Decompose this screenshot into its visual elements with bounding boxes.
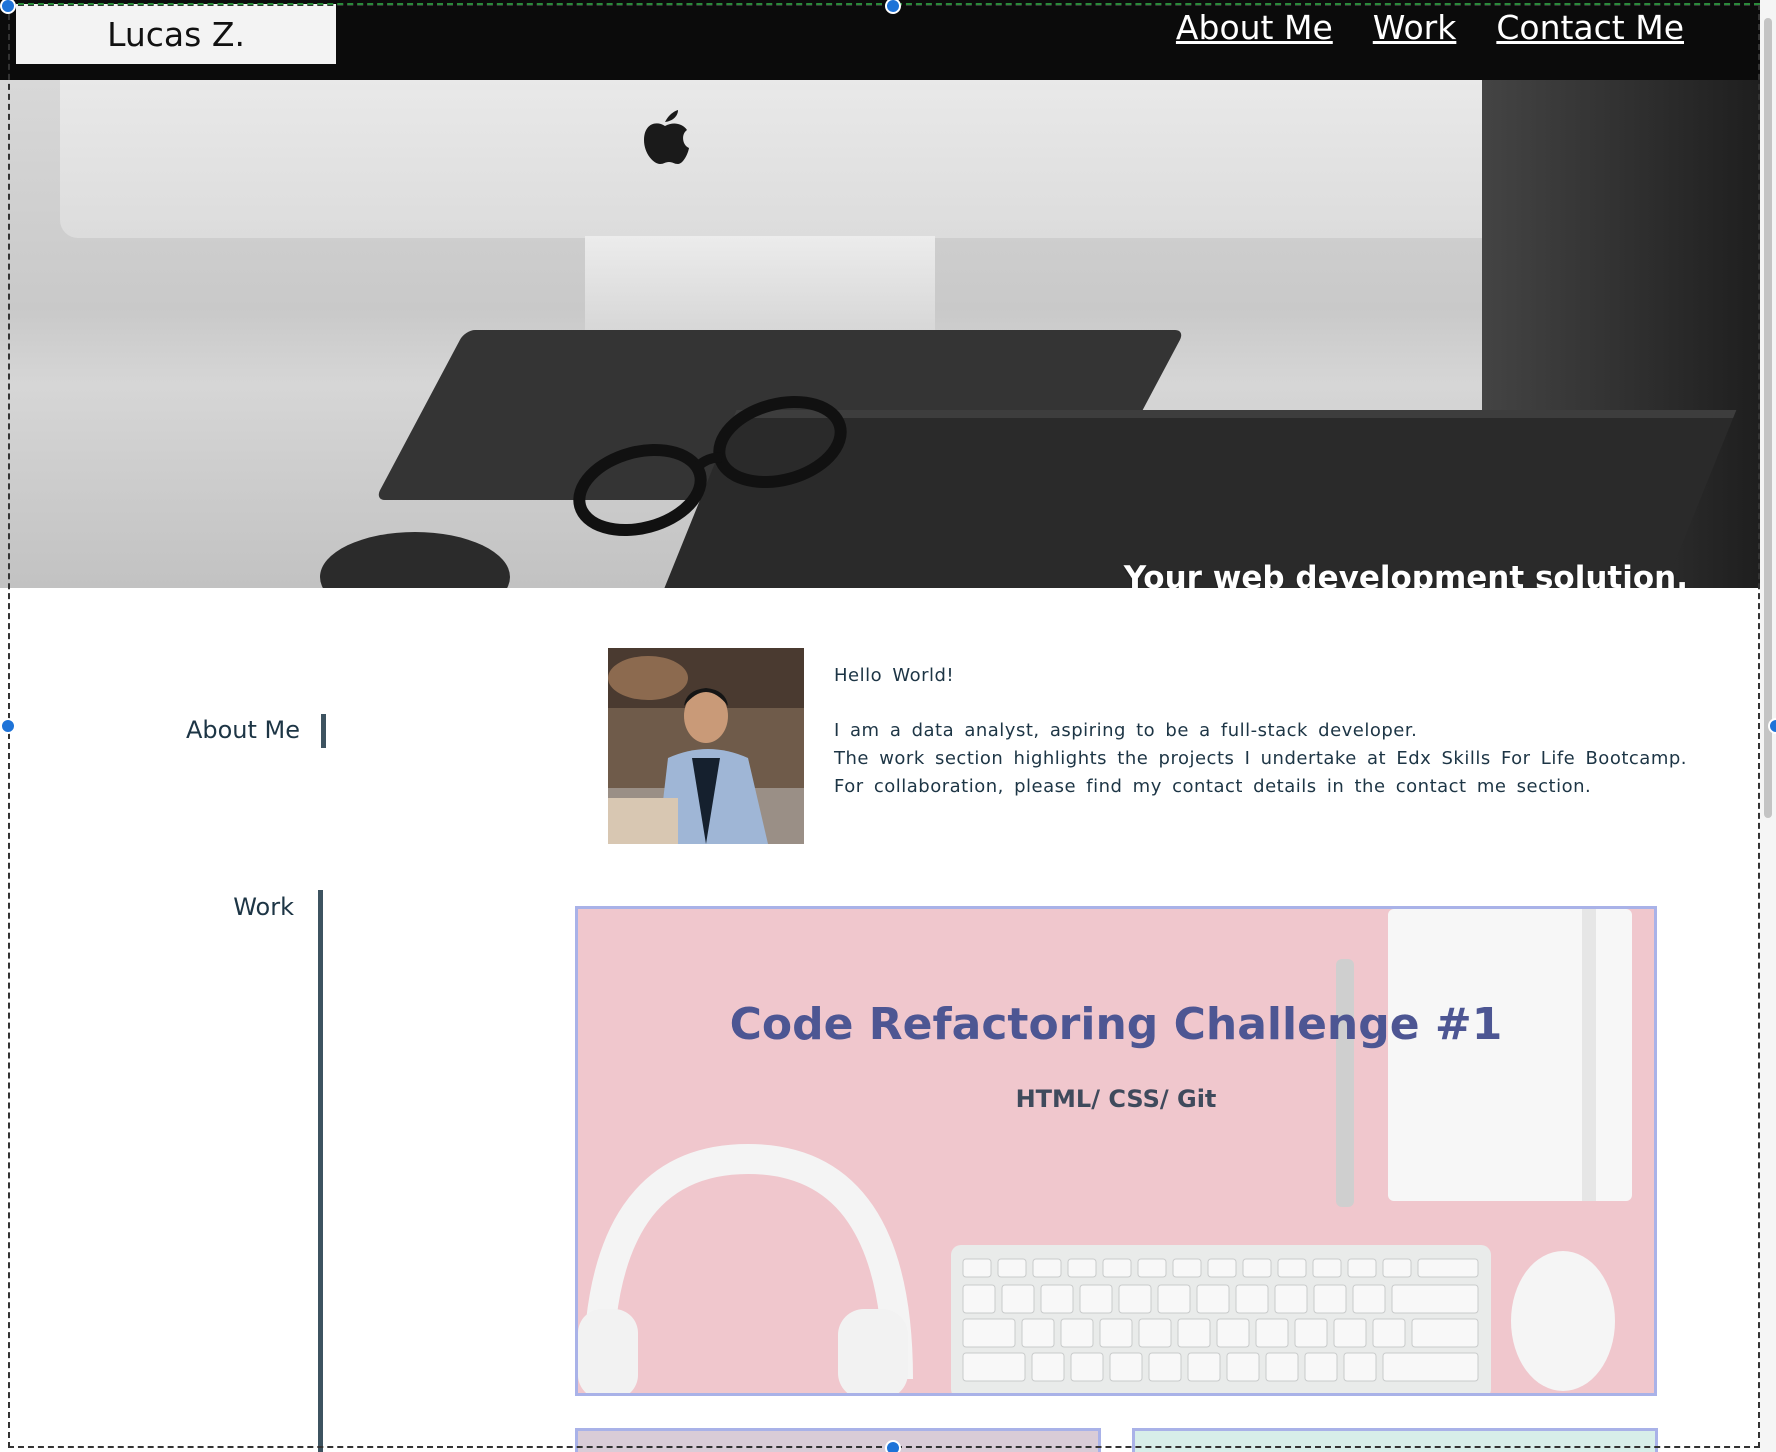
featured-project-card[interactable]: Code Refactoring Challenge #1 HTML/ CSS/… xyxy=(575,906,1657,1396)
apple-logo-icon xyxy=(644,110,689,164)
about-line-2: The work section highlights the projects… xyxy=(834,748,1687,769)
profile-photo-illustration xyxy=(608,648,804,844)
nav-link-work[interactable]: Work xyxy=(1373,8,1457,47)
about-greeting: Hello World! xyxy=(834,665,955,686)
brand-logo[interactable]: Lucas Z. xyxy=(16,4,336,64)
scrollbar-thumb[interactable] xyxy=(1764,18,1772,818)
nav-link-about-me[interactable]: About Me xyxy=(1176,8,1333,47)
section-label-work: Work xyxy=(233,893,294,921)
about-text-block: Hello World! I am a data analyst, aspiri… xyxy=(834,662,1687,801)
nav-link-contact-me[interactable]: Contact Me xyxy=(1496,8,1684,47)
about-line-1: I am a data analyst, aspiring to be a fu… xyxy=(834,720,1418,741)
resize-handle-middle-left[interactable] xyxy=(0,718,16,734)
hero-lens-cap xyxy=(320,532,510,588)
glasses-icon xyxy=(573,395,847,537)
work-divider-bar xyxy=(318,890,323,1452)
workspace-illustration xyxy=(578,909,1632,1393)
section-label-about-me: About Me xyxy=(185,716,300,744)
resize-handle-bottom-center[interactable] xyxy=(885,1440,901,1452)
hero-monitor-shape xyxy=(60,80,1580,238)
main-nav: About Me Work Contact Me xyxy=(1176,8,1684,47)
project-card-2[interactable] xyxy=(575,1428,1101,1452)
about-gap xyxy=(834,690,1687,717)
selection-top-edge xyxy=(8,3,1760,5)
site-header: Lucas Z. About Me Work Contact Me xyxy=(0,0,1762,80)
project-tech-stack: HTML/ CSS/ Git xyxy=(1015,1085,1217,1113)
about-divider-bar xyxy=(321,714,326,748)
about-line-3: For collaboration, please find my contac… xyxy=(834,776,1592,797)
hero-tagline: Your web development solution. xyxy=(1123,560,1688,588)
hero-banner: Your web development solution. xyxy=(0,80,1762,588)
project-title[interactable]: Code Refactoring Challenge #1 xyxy=(578,999,1654,1050)
profile-photo xyxy=(608,648,804,844)
project-card-3[interactable] xyxy=(1132,1428,1658,1452)
